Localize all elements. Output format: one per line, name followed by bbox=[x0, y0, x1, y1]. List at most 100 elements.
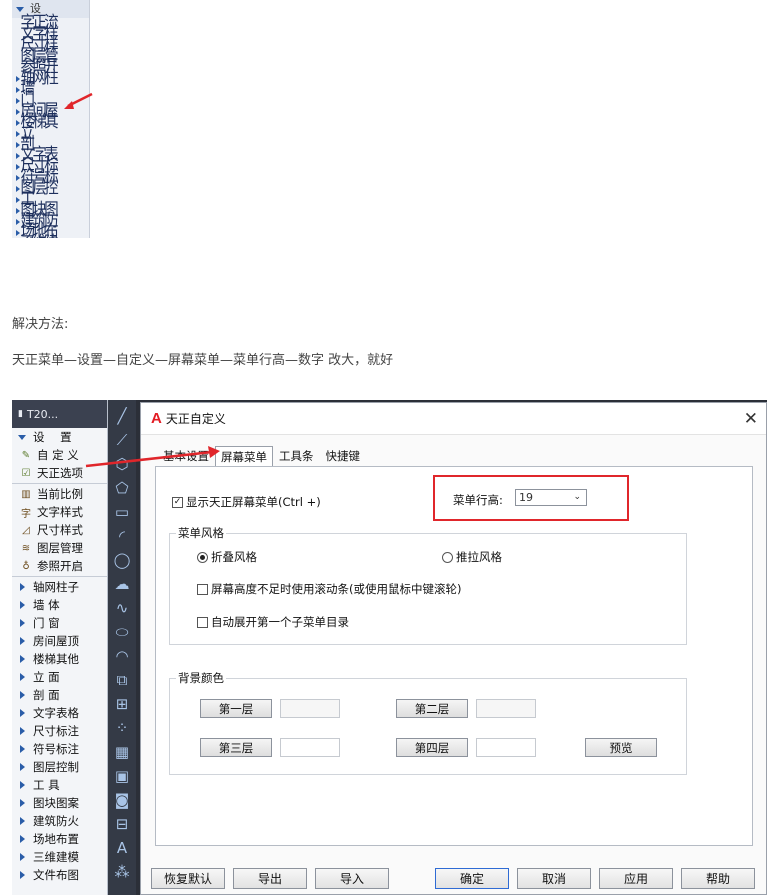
push-style-option[interactable]: 推拉风格 bbox=[442, 549, 502, 565]
menu-style-group: 菜单风格 折叠风格 推拉风格 屏幕高度不足时使用滚动条(或使用鼠标中键滚轮) 自… bbox=[169, 525, 687, 645]
layer-3-color[interactable] bbox=[280, 738, 340, 757]
layer-4-color[interactable] bbox=[476, 738, 536, 757]
row-height-highlight: 菜单行高: 19 ⌄ bbox=[433, 475, 629, 521]
expand-icon bbox=[20, 745, 25, 753]
menu-category[interactable]: 工 具 bbox=[12, 776, 107, 794]
import-button[interactable]: 导入 bbox=[315, 868, 389, 889]
line-icon[interactable]: ╱ bbox=[111, 405, 133, 427]
cancel-button[interactable]: 取消 bbox=[517, 868, 591, 889]
close-icon[interactable]: ✕ bbox=[744, 409, 758, 429]
add-icon[interactable]: ⁂ bbox=[111, 861, 133, 883]
help-button[interactable]: 帮助 bbox=[681, 868, 755, 889]
row-height-select[interactable]: 19 ⌄ bbox=[515, 489, 587, 506]
pentagon-icon[interactable]: ⬠ bbox=[111, 477, 133, 499]
menu-category[interactable]: 剖 面 bbox=[12, 686, 107, 704]
bulb-icon: ♁ bbox=[22, 560, 30, 572]
expand-icon bbox=[20, 871, 25, 879]
menu-category[interactable]: 房间屋顶 bbox=[12, 632, 107, 650]
expand-icon bbox=[20, 853, 25, 861]
scrollbar-option[interactable]: 屏幕高度不足时使用滚动条(或使用鼠标中键滚轮) bbox=[197, 581, 461, 597]
menu-category[interactable]: 图层控制 bbox=[12, 758, 107, 776]
draw-toolbar: ╱ ⟋ ⬡ ⬠ ▭ ◜ ◯ ☁ ∿ ⬭ ◠ ⧉ ⊞ ⁘ ▦ ▣ ◙ ⊟ A ⁂ bbox=[108, 400, 136, 895]
expand-icon bbox=[20, 691, 25, 699]
divider bbox=[12, 483, 107, 484]
auto-expand-option[interactable]: 自动展开第一个子菜单目录 bbox=[197, 614, 349, 630]
expand-icon bbox=[20, 727, 25, 735]
red-annotation-arrow bbox=[85, 446, 220, 468]
cloud-icon[interactable]: ☁ bbox=[111, 573, 133, 595]
menu-item-bulb[interactable]: ♁ 参照开启 bbox=[12, 557, 107, 575]
dialog-title: 天正自定义 bbox=[165, 412, 226, 426]
show-screen-menu-option[interactable]: ✓ 显示天正屏幕菜单(Ctrl +) bbox=[172, 494, 321, 510]
tab-shortcuts[interactable]: 快捷键 bbox=[320, 445, 367, 467]
menu-category[interactable]: 尺寸标注 bbox=[12, 722, 107, 740]
menu-category[interactable]: 立 面 bbox=[12, 668, 107, 686]
insert-block-icon[interactable]: ⧉ bbox=[111, 669, 133, 691]
layer-4-button[interactable]: 第四层 bbox=[396, 738, 468, 757]
menu-item-dim-style[interactable]: ◿ 尺寸样式 bbox=[12, 521, 107, 539]
table-icon[interactable]: ⊟ bbox=[111, 813, 133, 835]
menu-category[interactable]: 楼梯其他 bbox=[12, 650, 107, 668]
fold-style-radio[interactable] bbox=[197, 551, 208, 563]
tab-toolbar[interactable]: 工具条 bbox=[273, 445, 320, 467]
apply-button[interactable]: 应用 bbox=[599, 868, 673, 889]
solution-label: 解决方法: bbox=[12, 317, 69, 332]
hatch-icon[interactable]: ▦ bbox=[111, 741, 133, 763]
auto-expand-checkbox[interactable] bbox=[197, 616, 208, 628]
layer-1-button[interactable]: 第一层 bbox=[200, 699, 272, 718]
ellipse-icon[interactable]: ⬭ bbox=[111, 621, 133, 643]
pin-icon: ▮ bbox=[18, 409, 23, 419]
rectangle-icon[interactable]: ▭ bbox=[111, 501, 133, 523]
scrollbar-checkbox[interactable] bbox=[197, 583, 208, 595]
screen-menu-title[interactable]: ▮ T20... bbox=[12, 400, 107, 428]
ok-button[interactable]: 确定 bbox=[435, 868, 509, 889]
menu-category[interactable]: 墙 体 bbox=[12, 596, 107, 614]
spline-icon[interactable]: ∿ bbox=[111, 597, 133, 619]
row-height-label: 菜单行高: bbox=[453, 493, 503, 507]
gradient-icon[interactable]: ▣ bbox=[111, 765, 133, 787]
menu-category[interactable]: 轴网柱子 bbox=[12, 578, 107, 596]
push-style-radio[interactable] bbox=[442, 551, 453, 563]
scale-icon: ▥ bbox=[21, 488, 31, 500]
restore-defaults-button[interactable]: 恢复默认 bbox=[151, 868, 225, 889]
preview-button[interactable]: 预览 bbox=[585, 738, 657, 757]
export-button[interactable]: 导出 bbox=[233, 868, 307, 889]
layer-2-color[interactable] bbox=[476, 699, 536, 718]
circle-icon[interactable]: ◯ bbox=[111, 549, 133, 571]
expand-icon bbox=[20, 763, 25, 771]
arc-icon[interactable]: ◜ bbox=[111, 525, 133, 547]
menu-category[interactable]: 门 窗 bbox=[12, 614, 107, 632]
expand-icon bbox=[20, 601, 25, 609]
menu-category[interactable]: 符号标注 bbox=[12, 740, 107, 758]
menu-category[interactable]: 三维建模 bbox=[12, 848, 107, 866]
menu-category[interactable]: 图块图案 bbox=[12, 794, 107, 812]
show-screen-menu-checkbox[interactable]: ✓ bbox=[172, 496, 183, 508]
expand-icon bbox=[20, 817, 25, 825]
menu-item-layer[interactable]: ≋ 图层管理 bbox=[12, 539, 107, 557]
expand-icon bbox=[20, 799, 25, 807]
dialog-titlebar: A 天正自定义 bbox=[141, 403, 766, 435]
menu-category[interactable]: 文字表格 bbox=[12, 704, 107, 722]
menu-category[interactable]: 文件布图 bbox=[12, 866, 107, 884]
region-icon[interactable]: ◙ bbox=[111, 789, 133, 811]
layer-2-button[interactable]: 第二层 bbox=[396, 699, 468, 718]
layer-3-button[interactable]: 第三层 bbox=[200, 738, 272, 757]
menu-category[interactable]: 场地布置 bbox=[12, 830, 107, 848]
point-icon[interactable]: ⁘ bbox=[111, 717, 133, 739]
solution-steps: 天正菜单—设置—自定义—屏幕菜单—菜单行高—数字 改大，就好 bbox=[12, 353, 394, 368]
menu-item-scale[interactable]: ▥ 当前比例 bbox=[12, 485, 107, 503]
menu-category[interactable]: 建筑防火 bbox=[12, 812, 107, 830]
menu-style-label: 菜单风格 bbox=[176, 525, 226, 541]
fold-style-option[interactable]: 折叠风格 bbox=[197, 549, 257, 565]
expand-icon bbox=[20, 655, 25, 663]
tangent-logo-icon: A bbox=[151, 410, 162, 427]
tangent-screen-menu: ▮ T20... 设 置 ✎ 自 定 义 ☑ 天正选项 ▥ 当前比例字文字样式 ◿ 尺寸样式… bbox=[12, 400, 108, 895]
menu-item-text-style[interactable]: 字文字样式 bbox=[12, 503, 107, 521]
layer-1-color[interactable] bbox=[280, 699, 340, 718]
text-icon[interactable]: A bbox=[111, 837, 133, 859]
ellipse-arc-icon[interactable]: ◠ bbox=[111, 645, 133, 667]
tangent-customize-dialog: A 天正自定义 ✕ 基本设置 屏幕菜单 工具条 快捷键 ✓ 显示天正屏幕菜单(C… bbox=[140, 402, 767, 895]
make-block-icon[interactable]: ⊞ bbox=[111, 693, 133, 715]
dim-style-icon: ◿ bbox=[22, 524, 30, 536]
red-arrow-top bbox=[64, 92, 93, 109]
